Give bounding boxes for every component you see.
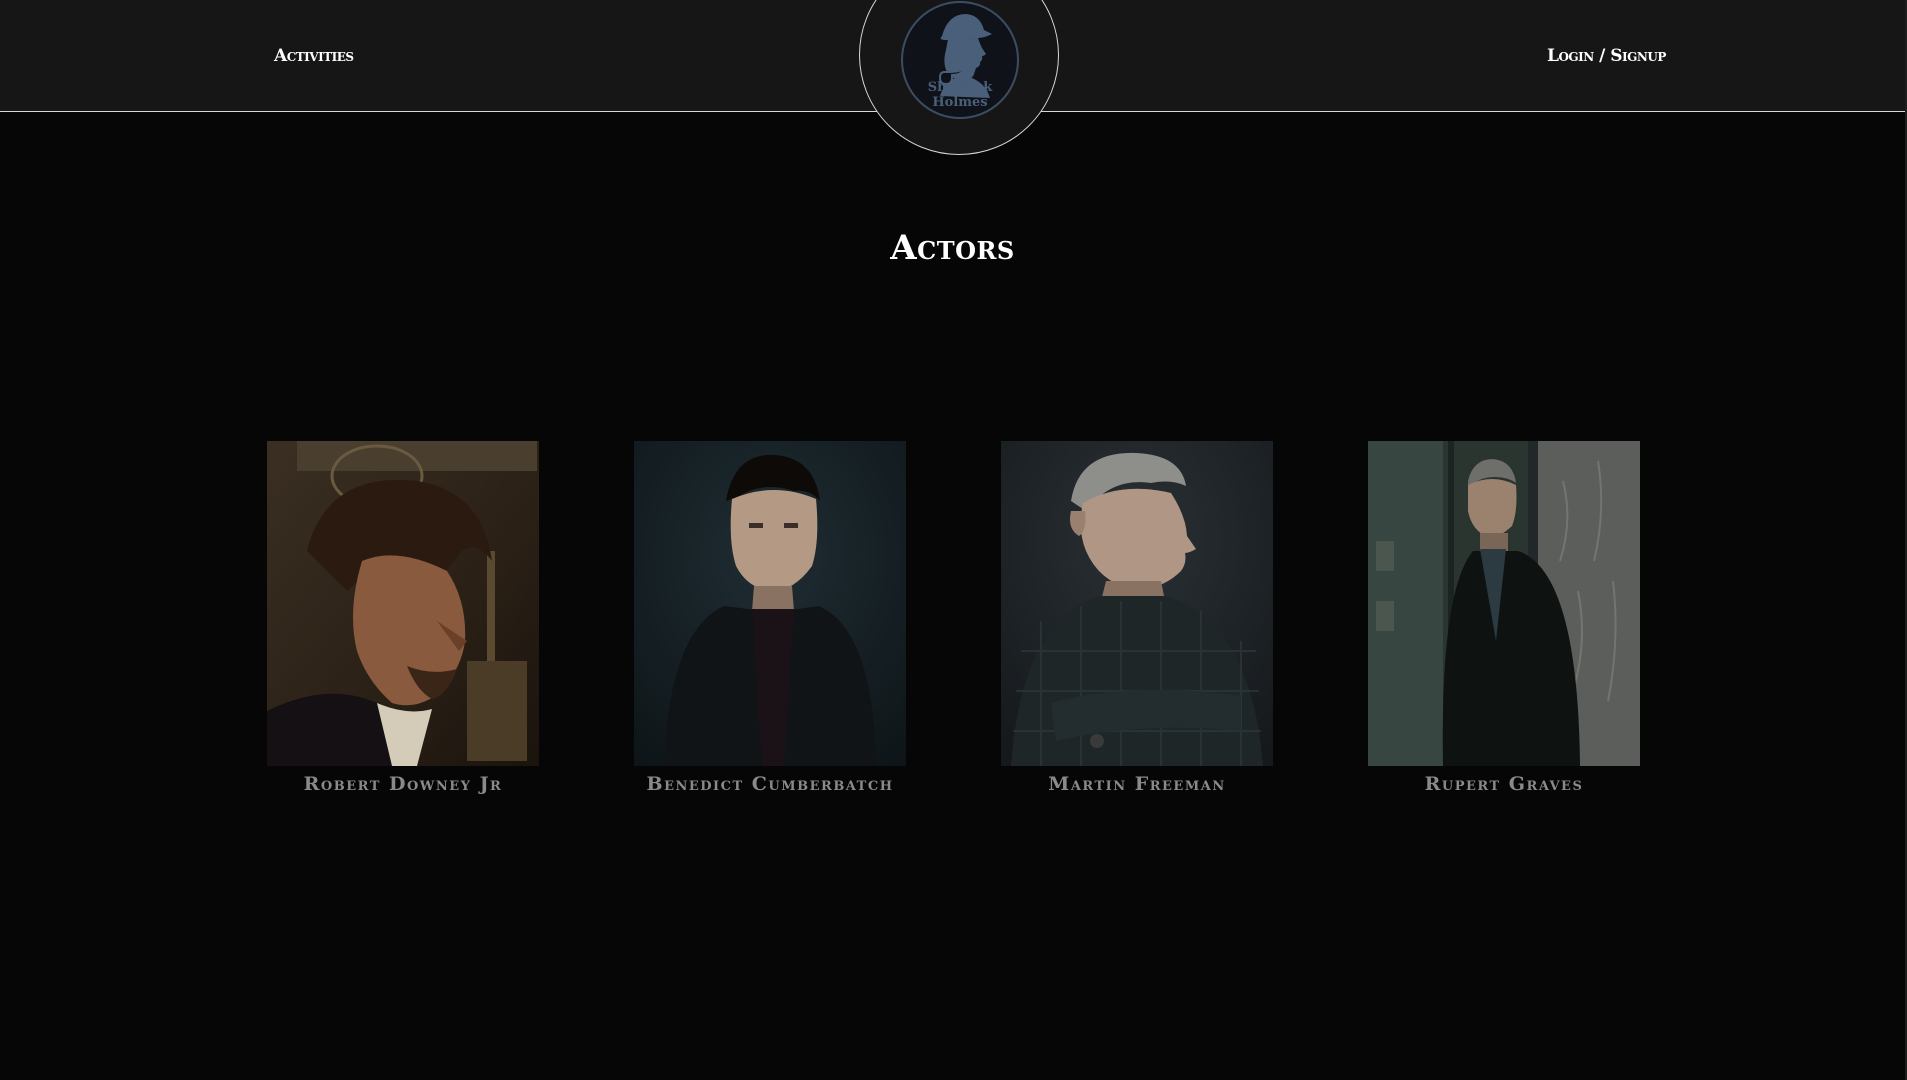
sherlock-silhouette-logo-icon: Sherlock Holmes: [901, 1, 1019, 119]
actor-photo-martin-freeman[interactable]: [1001, 441, 1273, 766]
actor-card-rupert-graves[interactable]: Rupert Graves: [1368, 441, 1640, 797]
actor-photo-rupert-graves[interactable]: [1368, 441, 1640, 766]
actor-photo-benedict-cumberbatch[interactable]: [634, 441, 906, 766]
actor-name: Benedict Cumberbatch: [646, 773, 894, 795]
actor-card-benedict-cumberbatch[interactable]: Benedict Cumberbatch: [634, 441, 906, 797]
page-title: Actors: [890, 227, 1015, 268]
nav-login-signup-link[interactable]: Login / Signup: [1547, 46, 1666, 66]
logo-text-sherlock: Sherlock: [928, 80, 993, 95]
site-logo[interactable]: Sherlock Holmes: [859, 0, 1059, 155]
logo-text-holmes: Holmes: [932, 95, 987, 110]
nav-activities-link[interactable]: Activities: [274, 46, 354, 66]
actor-photo-robert-downey-jr[interactable]: [267, 441, 539, 766]
actor-card-robert-downey-jr[interactable]: Robert Downey Jr: [267, 441, 539, 797]
actor-name: Rupert Graves: [1424, 773, 1584, 795]
actor-card-martin-freeman[interactable]: Martin Freeman: [1001, 441, 1273, 797]
actor-name: Robert Downey Jr: [303, 773, 503, 795]
actor-name: Martin Freeman: [1048, 773, 1226, 795]
page: Activities Login / Signup Sherlock Holme…: [0, 0, 1907, 1080]
